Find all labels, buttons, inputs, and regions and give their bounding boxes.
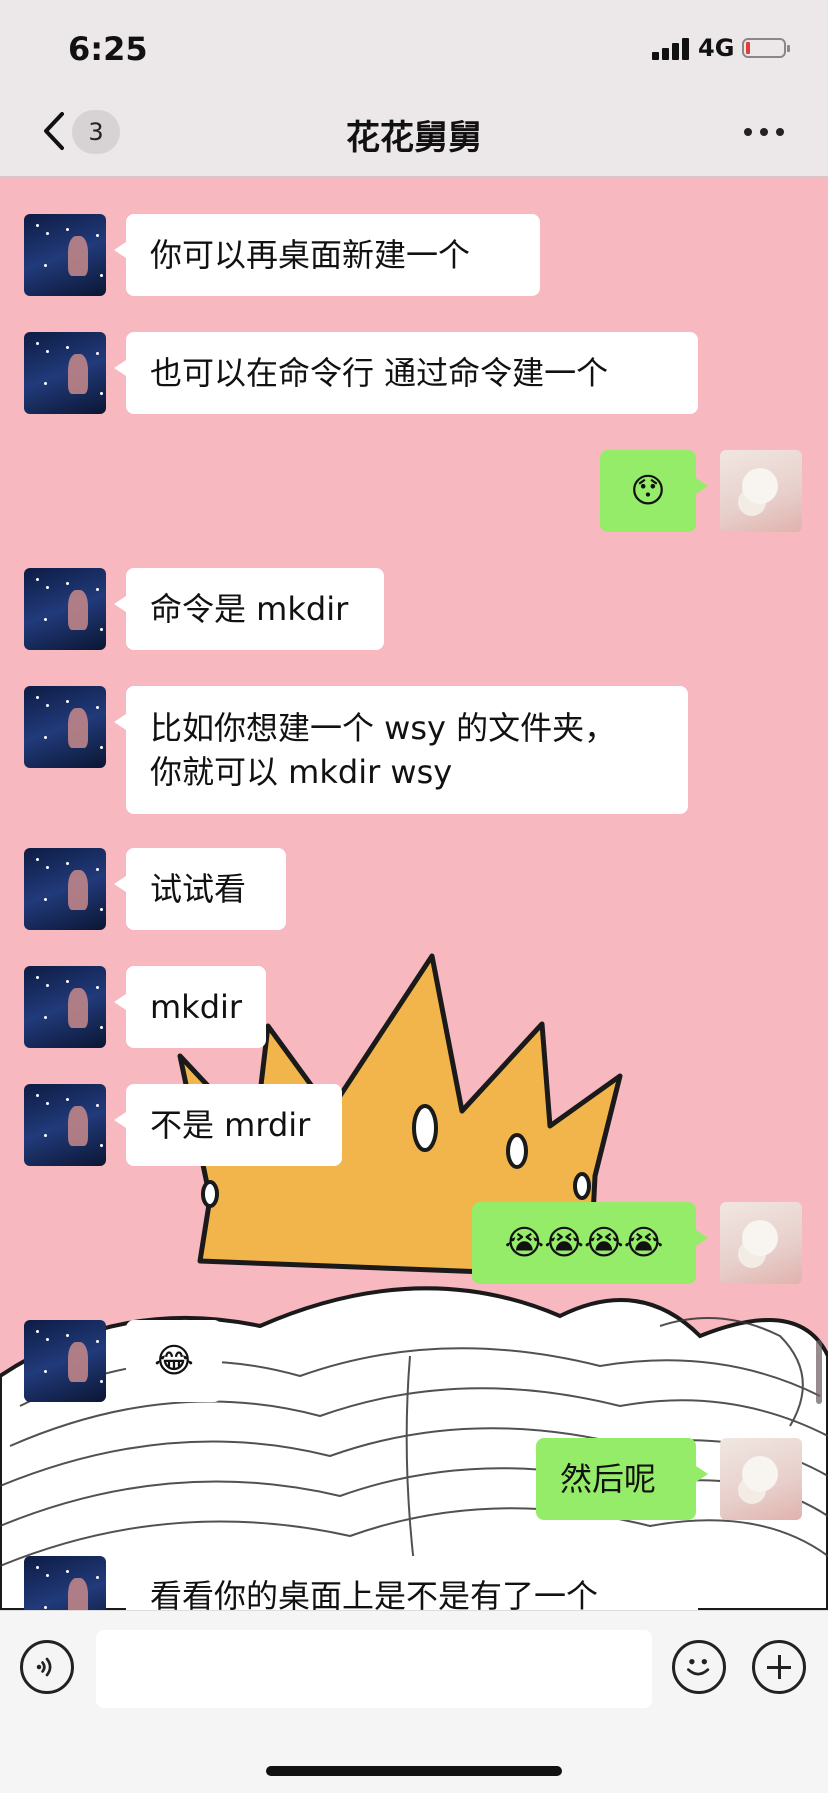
contact-avatar[interactable] [24,1320,106,1402]
more-functions-plus-icon[interactable] [752,1640,806,1694]
contact-avatar[interactable] [24,966,106,1048]
message-bubble[interactable]: 😯 [600,450,708,532]
emoji-icon[interactable] [672,1640,726,1694]
message-bubble[interactable]: 😂 [114,1320,222,1402]
contact-avatar[interactable] [24,568,106,650]
top-bar: 6:25 4G 3 花花舅舅 [0,0,828,177]
chat-title: 花花舅舅 [346,118,482,158]
message-bubble[interactable]: 命令是 mkdir [114,568,384,650]
message-bubble[interactable]: 试试看 [114,848,286,930]
my-avatar[interactable] [720,1438,802,1520]
status-time: 6:25 [68,30,148,68]
message-bubble[interactable]: mkdir [114,966,266,1048]
contact-avatar[interactable] [24,1084,106,1166]
chat-scrollbar[interactable] [816,1340,822,1404]
contact-avatar[interactable] [24,848,106,930]
message-bubble[interactable]: 😭😭😭😭 [472,1202,708,1284]
message-bubble[interactable]: 看看你的桌面上是不是有了一个 [114,1556,698,1610]
my-avatar[interactable] [720,1202,802,1284]
contact-avatar[interactable] [24,686,106,768]
home-indicator[interactable] [266,1766,562,1776]
contact-avatar[interactable] [24,1556,106,1610]
network-label: 4G [698,34,735,62]
contact-avatar[interactable] [24,214,106,296]
message-bubble[interactable]: 比如你想建一个 wsy 的文件夹， 你就可以 mkdir wsy [114,686,688,814]
more-options-icon[interactable] [744,120,784,144]
message-bubble[interactable]: 也可以在命令行 通过命令建一个 [114,332,698,414]
message-bubble[interactable]: 你可以再桌面新建一个 [114,214,540,296]
message-bubble[interactable]: 然后呢 [536,1438,708,1520]
signal-icon [652,38,694,60]
voice-input-icon[interactable] [20,1640,74,1694]
battery-icon [742,38,790,58]
message-input[interactable] [96,1630,652,1708]
message-bubble[interactable]: 不是 mrdir [114,1084,342,1166]
chat-area[interactable]: 你可以再桌面新建一个 也可以在命令行 通过命令建一个 😯 命令是 mkdir 比… [0,176,828,1610]
my-avatar[interactable] [720,450,802,532]
contact-avatar[interactable] [24,332,106,414]
